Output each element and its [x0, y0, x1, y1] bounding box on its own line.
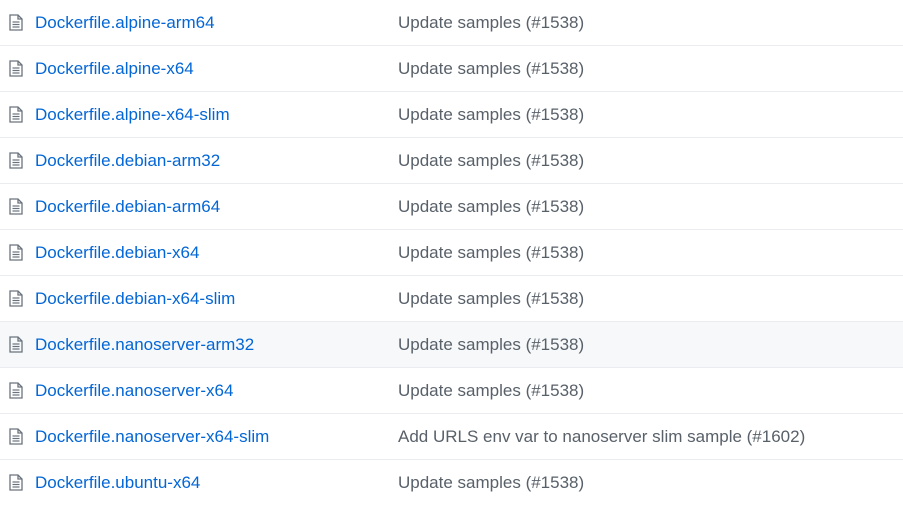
- file-row[interactable]: Dockerfile.alpine-x64-slim Update sample…: [0, 91, 903, 137]
- commit-message-cell: Update samples (#1538): [398, 59, 903, 79]
- file-name-cell: Dockerfile.nanoserver-x64: [35, 381, 398, 401]
- file-name-link[interactable]: Dockerfile.debian-x64: [35, 243, 199, 262]
- file-name-link[interactable]: Dockerfile.debian-arm32: [35, 151, 220, 170]
- file-name-link[interactable]: Dockerfile.nanoserver-arm32: [35, 335, 254, 354]
- file-icon: [0, 428, 35, 445]
- file-name-cell: Dockerfile.debian-x64: [35, 243, 398, 263]
- commit-message-cell: Update samples (#1538): [398, 335, 903, 355]
- file-name-cell: Dockerfile.alpine-x64-slim: [35, 105, 398, 125]
- file-icon: [0, 60, 35, 77]
- commit-message-cell: Update samples (#1538): [398, 381, 903, 401]
- commit-message-link[interactable]: Update samples (#1538): [398, 243, 584, 262]
- commit-message-link[interactable]: Update samples (#1538): [398, 105, 584, 124]
- file-name-link[interactable]: Dockerfile.nanoserver-x64: [35, 381, 233, 400]
- file-row[interactable]: Dockerfile.nanoserver-arm32 Update sampl…: [0, 321, 903, 367]
- file-row[interactable]: Dockerfile.alpine-arm64 Update samples (…: [0, 0, 903, 45]
- file-row[interactable]: Dockerfile.nanoserver-x64-slim Add URLS …: [0, 413, 903, 459]
- commit-message-link[interactable]: Update samples (#1538): [398, 151, 584, 170]
- commit-message-link[interactable]: Add URLS env var to nanoserver slim samp…: [398, 427, 805, 446]
- commit-message-cell: Update samples (#1538): [398, 151, 903, 171]
- file-row[interactable]: Dockerfile.debian-arm64 Update samples (…: [0, 183, 903, 229]
- commit-message-link[interactable]: Update samples (#1538): [398, 197, 584, 216]
- file-icon: [0, 152, 35, 169]
- commit-message-cell: Update samples (#1538): [398, 289, 903, 309]
- commit-message-link[interactable]: Update samples (#1538): [398, 59, 584, 78]
- commit-message-link[interactable]: Update samples (#1538): [398, 13, 584, 32]
- file-name-link[interactable]: Dockerfile.ubuntu-x64: [35, 473, 200, 492]
- file-list: Dockerfile.alpine-arm64 Update samples (…: [0, 0, 903, 505]
- file-icon: [0, 382, 35, 399]
- file-name-cell: Dockerfile.debian-arm64: [35, 197, 398, 217]
- file-name-link[interactable]: Dockerfile.debian-x64-slim: [35, 289, 235, 308]
- file-name-link[interactable]: Dockerfile.alpine-x64-slim: [35, 105, 230, 124]
- commit-message-cell: Update samples (#1538): [398, 243, 903, 263]
- file-icon: [0, 336, 35, 353]
- file-row[interactable]: Dockerfile.debian-x64 Update samples (#1…: [0, 229, 903, 275]
- file-name-link[interactable]: Dockerfile.debian-arm64: [35, 197, 220, 216]
- commit-message-link[interactable]: Update samples (#1538): [398, 381, 584, 400]
- file-row[interactable]: Dockerfile.debian-arm32 Update samples (…: [0, 137, 903, 183]
- file-name-cell: Dockerfile.nanoserver-x64-slim: [35, 427, 398, 447]
- commit-message-link[interactable]: Update samples (#1538): [398, 289, 584, 308]
- file-name-cell: Dockerfile.debian-x64-slim: [35, 289, 398, 309]
- file-icon: [0, 106, 35, 123]
- commit-message-cell: Update samples (#1538): [398, 473, 903, 493]
- file-icon: [0, 14, 35, 31]
- file-name-cell: Dockerfile.debian-arm32: [35, 151, 398, 171]
- commit-message-cell: Update samples (#1538): [398, 105, 903, 125]
- commit-message-link[interactable]: Update samples (#1538): [398, 473, 584, 492]
- file-name-cell: Dockerfile.nanoserver-arm32: [35, 335, 398, 355]
- file-icon: [0, 198, 35, 215]
- file-row[interactable]: Dockerfile.debian-x64-slim Update sample…: [0, 275, 903, 321]
- file-name-link[interactable]: Dockerfile.alpine-x64: [35, 59, 194, 78]
- file-name-cell: Dockerfile.alpine-arm64: [35, 13, 398, 33]
- file-row[interactable]: Dockerfile.alpine-x64 Update samples (#1…: [0, 45, 903, 91]
- file-icon: [0, 244, 35, 261]
- commit-message-cell: Update samples (#1538): [398, 13, 903, 33]
- file-name-cell: Dockerfile.ubuntu-x64: [35, 473, 398, 493]
- file-name-link[interactable]: Dockerfile.nanoserver-x64-slim: [35, 427, 269, 446]
- file-row[interactable]: Dockerfile.ubuntu-x64 Update samples (#1…: [0, 459, 903, 505]
- file-name-link[interactable]: Dockerfile.alpine-arm64: [35, 13, 215, 32]
- commit-message-link[interactable]: Update samples (#1538): [398, 335, 584, 354]
- file-icon: [0, 290, 35, 307]
- file-name-cell: Dockerfile.alpine-x64: [35, 59, 398, 79]
- file-icon: [0, 474, 35, 491]
- file-row[interactable]: Dockerfile.nanoserver-x64 Update samples…: [0, 367, 903, 413]
- commit-message-cell: Update samples (#1538): [398, 197, 903, 217]
- commit-message-cell: Add URLS env var to nanoserver slim samp…: [398, 427, 903, 447]
